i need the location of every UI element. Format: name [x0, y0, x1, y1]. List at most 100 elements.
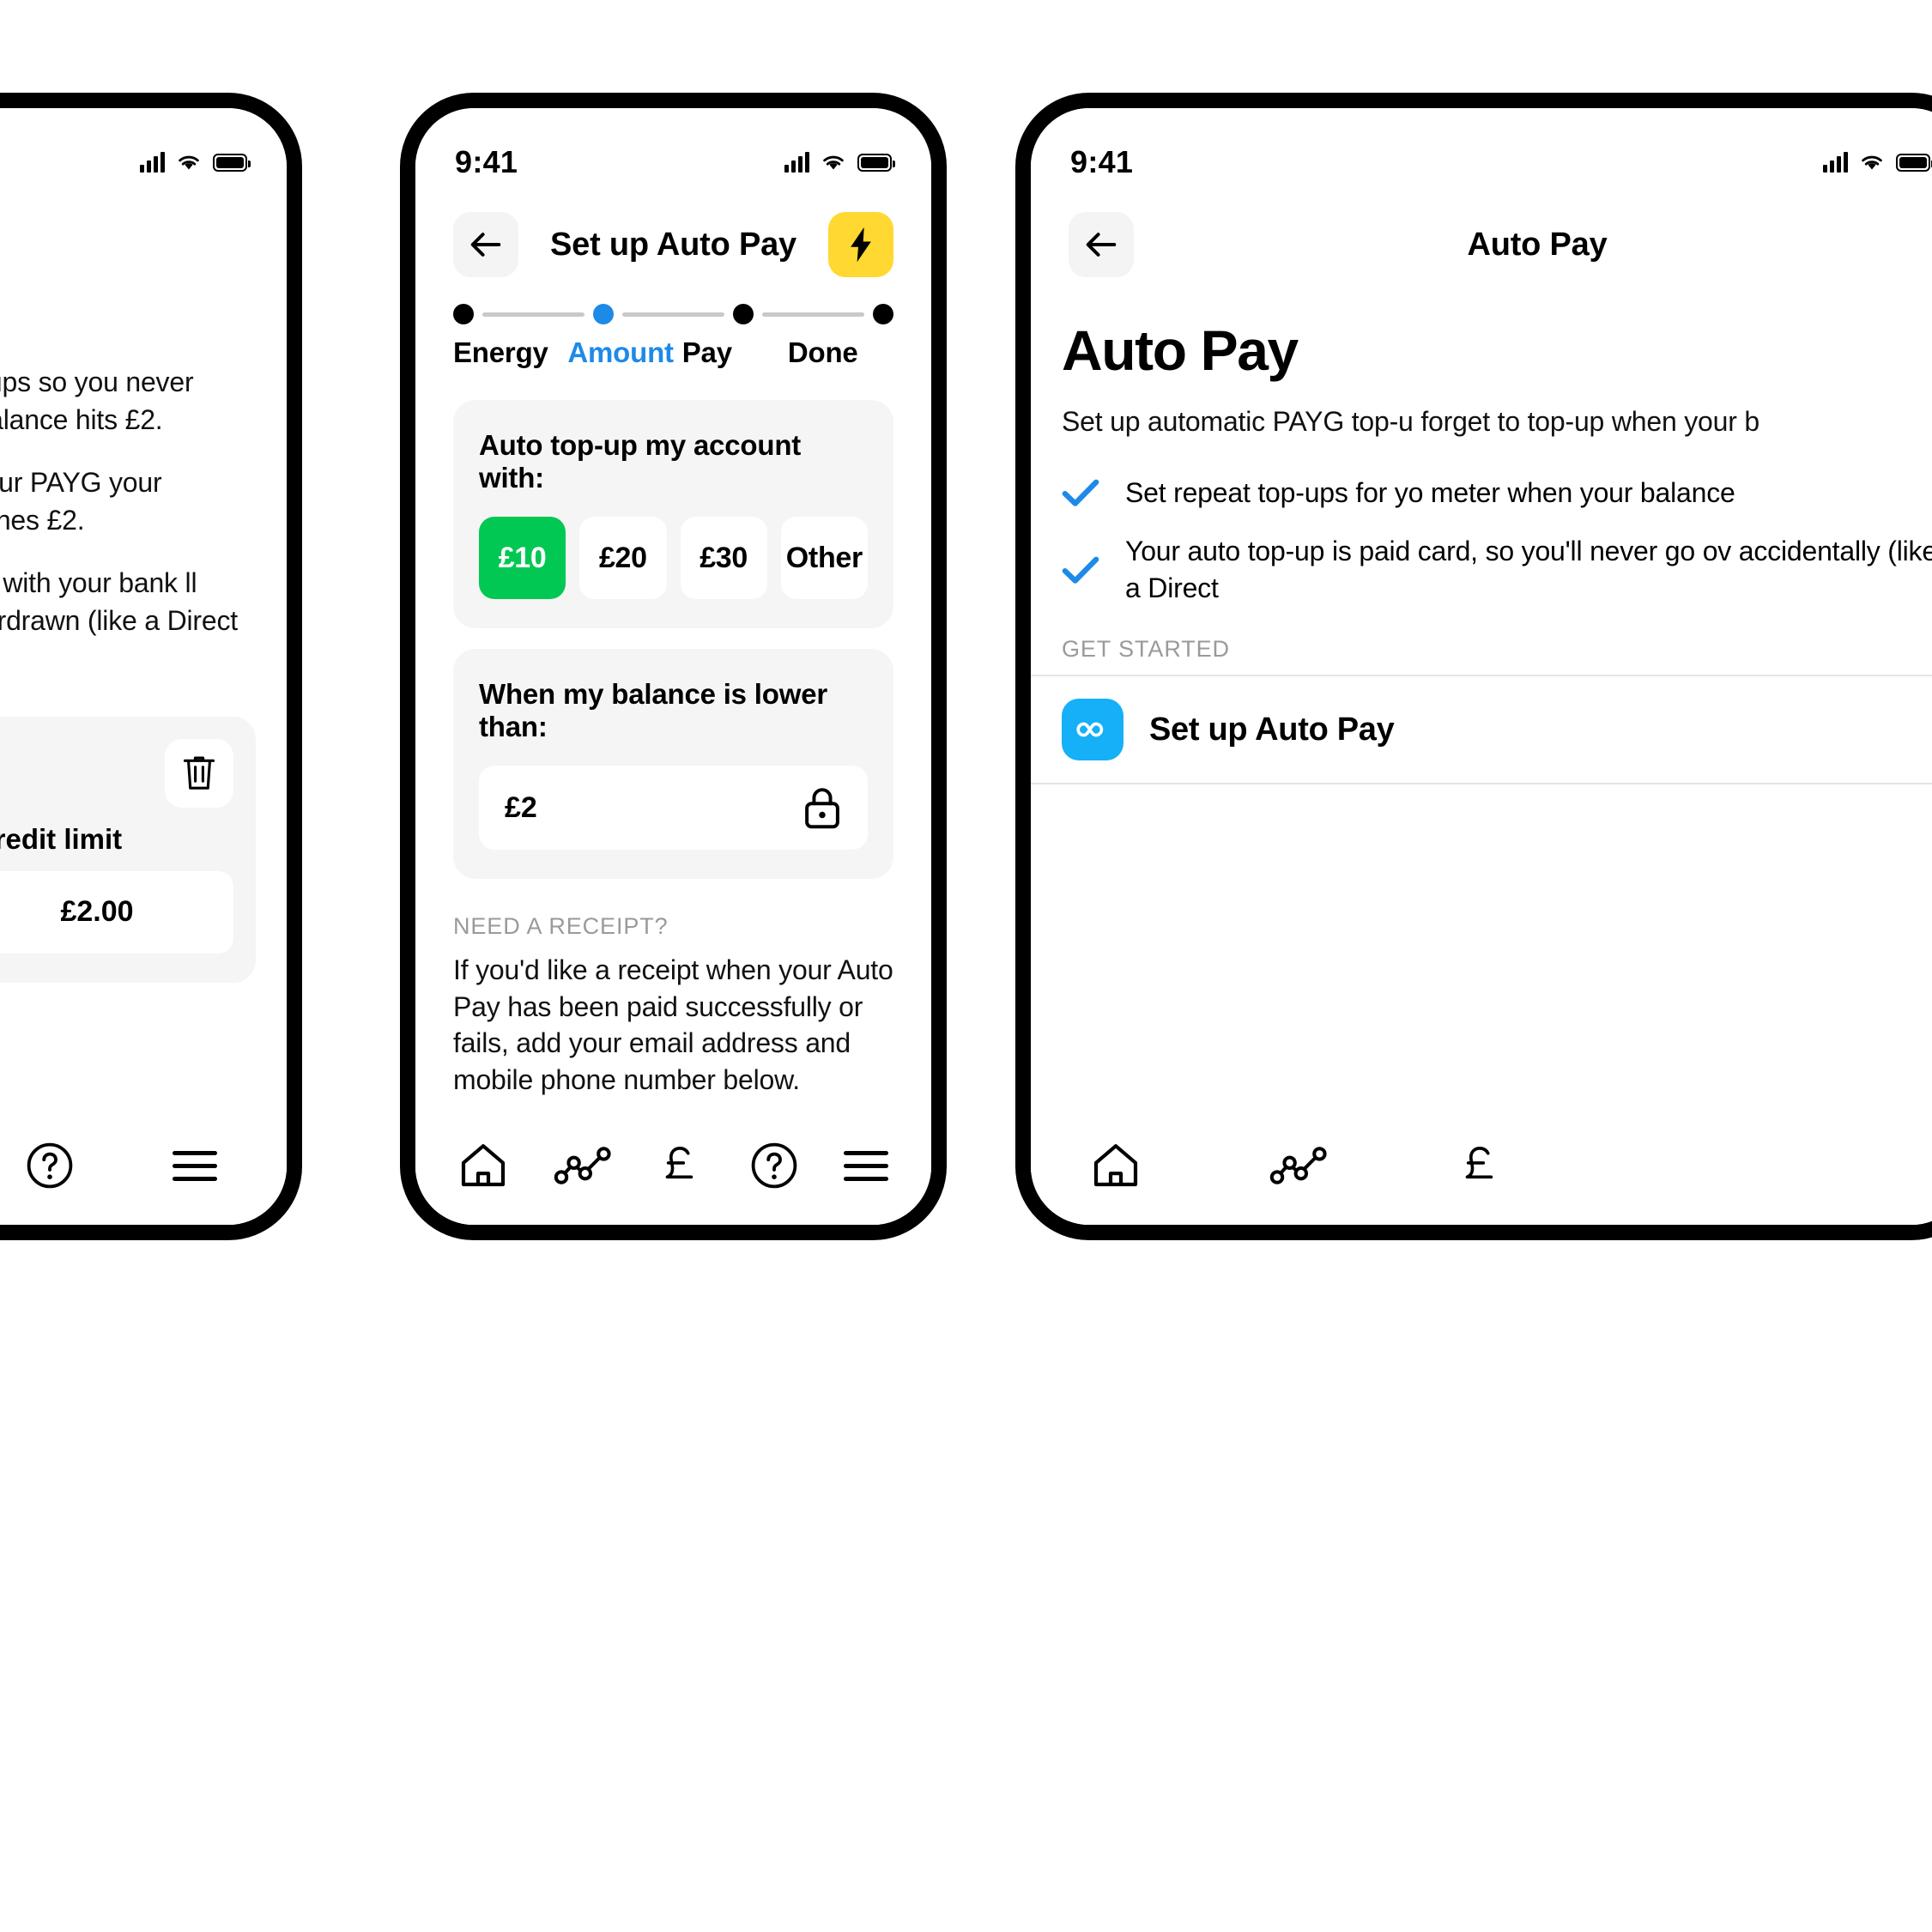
phone-right: 9:41 Auto Pay Auto Pay Set up automatic …: [1015, 93, 1932, 1240]
tab-pound[interactable]: [1457, 1141, 1505, 1190]
pound-icon: [1465, 1147, 1493, 1179]
tab-pound[interactable]: [657, 1141, 705, 1190]
signal-icon: [140, 152, 165, 173]
step-label-pay: Pay: [681, 336, 732, 368]
wifi-icon: [179, 155, 199, 170]
tab-home[interactable]: [458, 1142, 508, 1190]
stepper-track: [453, 304, 893, 324]
top-up-amount-card: Auto top-up my account with: £10 £20 £30…: [453, 400, 893, 628]
status-time: 9:41: [1070, 144, 1134, 179]
check-icon: [1062, 556, 1099, 584]
intro-copy-left: c PAYG top-ups so you never when your ba…: [0, 283, 287, 677]
step-label-done: Done: [787, 336, 858, 368]
signal-icon: [784, 152, 809, 173]
back-button[interactable]: [453, 212, 518, 277]
battery-icon: [1896, 153, 1932, 172]
lead-paragraph-1: c PAYG top-ups so you never when your ba…: [0, 366, 194, 435]
phone-middle: 9:41 Set up Auto Pay Energy Amount Pay D…: [400, 93, 947, 1240]
balance-threshold-field[interactable]: £2: [479, 766, 868, 850]
tab-bar-right: [1031, 1106, 1932, 1225]
intro-block-right: Auto Pay Set up automatic PAYG top-u for…: [1031, 283, 1932, 663]
lock-icon: [805, 788, 839, 829]
back-button[interactable]: [1069, 212, 1134, 277]
tab-usage[interactable]: [1269, 1147, 1328, 1184]
step-dot-amount[interactable]: [593, 304, 614, 324]
usage-icon: [554, 1147, 611, 1184]
home-icon: [1093, 1144, 1138, 1187]
signal-icon: [1823, 152, 1848, 173]
tab-bar-mid: [415, 1106, 931, 1225]
get-started-label: GET STARTED: [1062, 636, 1230, 663]
lead-paragraph-3: op-up is paid with your bank ll never go…: [0, 567, 238, 636]
delete-button[interactable]: [165, 738, 233, 808]
screen-set-up-auto-pay: 9:41 Set up Auto Pay Energy Amount Pay D…: [415, 108, 931, 1225]
tab-help[interactable]: [26, 1142, 74, 1190]
status-indicators: [1823, 152, 1932, 173]
step-dot-energy[interactable]: [453, 304, 474, 324]
menu-icon: [843, 1150, 888, 1155]
menu-icon: [172, 1150, 217, 1155]
amount-option-20[interactable]: £20: [579, 517, 667, 599]
status-indicators: [140, 152, 251, 173]
battery-icon: [213, 153, 251, 172]
list-item-set-up-auto-pay[interactable]: Set up Auto Pay: [1062, 676, 1932, 783]
screen-auto-pay-settings: 9:41 Auto Pay c PAYG top-ups so you neve…: [0, 108, 287, 1225]
trash-icon: [183, 756, 215, 790]
pound-icon: [666, 1147, 693, 1179]
arrow-left-icon: [1086, 233, 1117, 257]
tab-home[interactable]: [1091, 1142, 1141, 1190]
usage-icon: [1269, 1147, 1327, 1184]
tab-menu[interactable]: [843, 1150, 888, 1181]
step-label-amount: Amount: [567, 336, 674, 368]
page-heading: Auto Pay: [1062, 318, 1299, 382]
credit-limit-label: Credit limit: [0, 822, 123, 855]
top-up-amount-title: Auto top-up my account with:: [479, 429, 802, 494]
nav-bar-mid: Set up Auto Pay: [415, 187, 931, 283]
balance-threshold-title: When my balance is lower than:: [479, 678, 827, 742]
step-dot-done[interactable]: [873, 304, 893, 324]
arrow-left-icon: [470, 233, 501, 257]
tab-help[interactable]: [750, 1142, 798, 1190]
help-icon: [751, 1142, 797, 1189]
status-bar-right: 9:41: [1031, 108, 1932, 187]
wifi-icon: [823, 155, 844, 170]
tab-menu[interactable]: [172, 1150, 217, 1181]
battery-icon: [857, 153, 895, 172]
energy-action-button[interactable]: [828, 212, 893, 277]
check-icon: [1062, 479, 1099, 506]
amount-option-30[interactable]: £30: [680, 517, 767, 599]
stepper-labels: Energy Amount Pay Done: [453, 336, 893, 369]
benefit-item-2: Your auto top-up is paid card, so you'll…: [1062, 533, 1932, 607]
home-icon: [462, 1144, 506, 1187]
step-label-energy: Energy: [453, 336, 548, 368]
receipt-eyebrow: NEED A RECEIPT?: [453, 913, 669, 939]
amount-option-10[interactable]: £10: [479, 517, 566, 599]
progress-stepper: Energy Amount Pay Done: [415, 283, 931, 369]
status-bar-left: 9:41: [0, 108, 287, 187]
amount-option-other[interactable]: Other: [780, 517, 868, 599]
status-indicators: [784, 152, 895, 173]
credit-limit-value[interactable]: £2.00: [0, 870, 233, 954]
benefit-text-2: Your auto top-up is paid card, so you'll…: [1125, 536, 1932, 604]
balance-threshold-value: £2: [505, 790, 537, 824]
intro-paragraph: Set up automatic PAYG top-u forget to to…: [1062, 406, 1759, 437]
balance-threshold-card: When my balance is lower than: £2: [453, 649, 893, 879]
tab-usage[interactable]: [554, 1147, 612, 1184]
status-bar-mid: 9:41: [415, 108, 931, 187]
credit-limit-card: Credit limit £2.00: [0, 716, 256, 983]
help-icon: [27, 1142, 73, 1189]
step-dot-pay[interactable]: [733, 304, 754, 324]
tab-bar-left: [0, 1106, 287, 1225]
infinity-icon: [1062, 699, 1123, 761]
benefit-text-1: Set repeat top-ups for yo meter when you…: [1125, 476, 1735, 508]
status-time: 9:41: [455, 144, 518, 179]
screen-auto-pay-intro: 9:41 Auto Pay Auto Pay Set up automatic …: [1031, 108, 1932, 1225]
lead-paragraph-2: op-ups for your PAYG your balance reache…: [0, 467, 162, 536]
benefit-item-1: Set repeat top-ups for yo meter when you…: [1062, 475, 1932, 512]
lightning-bolt-icon: [851, 227, 871, 263]
page-title: Auto Pay: [1467, 226, 1608, 263]
list-divider-bottom: [1031, 783, 1932, 785]
nav-bar-right: Auto Pay: [1031, 187, 1932, 283]
list-item-label: Set up Auto Pay: [1149, 711, 1395, 748]
receipt-body: If you'd like a receipt when your Auto P…: [453, 954, 893, 1095]
